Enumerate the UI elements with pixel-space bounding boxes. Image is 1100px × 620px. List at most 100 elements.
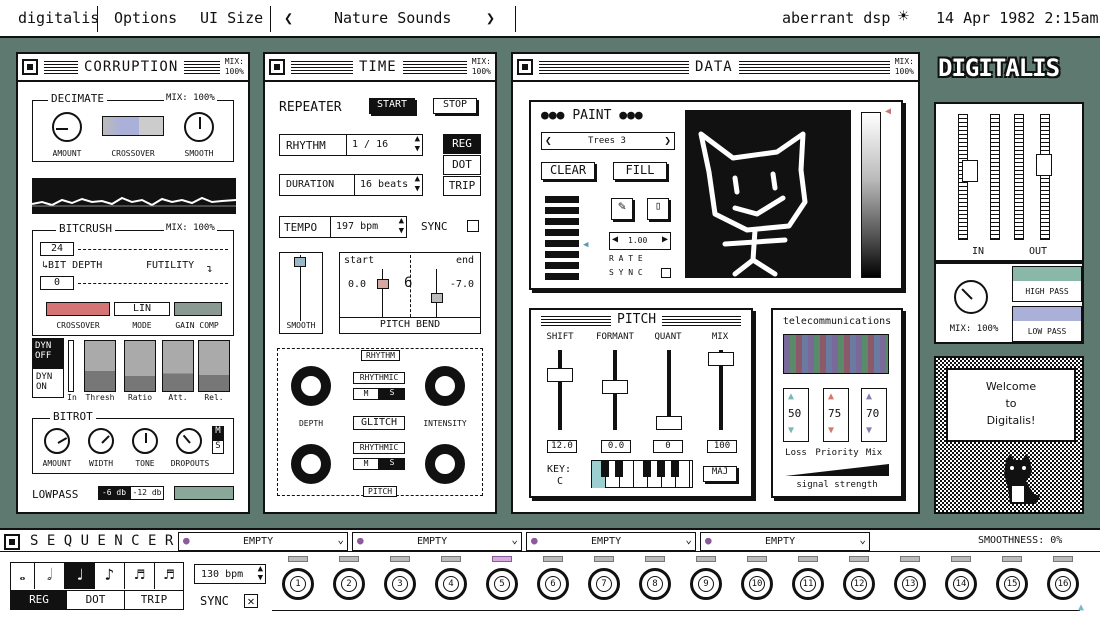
next-icon[interactable]: ❯ [664,134,671,147]
bend-end-handle[interactable] [431,293,443,303]
rhythmic-button[interactable]: RHYTHMIC [353,372,405,384]
step-knob[interactable]: 11 [792,568,824,600]
step-knob[interactable]: 15 [996,568,1028,600]
trip-button[interactable]: TRIP [443,176,481,196]
step-knob[interactable]: 16 [1047,568,1079,600]
bitrot-width-knob[interactable] [88,428,114,454]
down-arrow-icon[interactable]: ▼ [828,425,834,436]
stepper-down-icon[interactable]: ▼ [415,144,420,154]
power-icon[interactable] [517,59,533,75]
step-knob[interactable]: 14 [945,568,977,600]
bitrot-s-button[interactable]: S [212,440,224,454]
step-knob[interactable]: 4 [435,568,467,600]
stepper-down-icon[interactable]: ▼ [415,184,420,194]
rate-down-icon[interactable]: ◀ [612,234,618,245]
sun-icon[interactable]: ☀ [898,6,909,27]
lowpass-6db-button[interactable]: -6 db [98,486,130,500]
smooth-slider-box[interactable]: SMOOTH [279,252,323,334]
pencil-icon[interactable]: ✎ [611,198,633,220]
step-knob[interactable]: 9 [690,568,722,600]
intensity-knob[interactable] [425,366,465,406]
prev-preset-icon[interactable]: ❮ [284,9,293,27]
glitch-s-button[interactable]: S [379,388,405,400]
pitch-tab[interactable]: PITCH [363,486,398,497]
dyn-off-button[interactable]: DYN OFF [32,338,64,368]
master-mix-knob[interactable] [954,280,988,314]
step-knob[interactable]: 13 [894,568,926,600]
paint-sync-checkbox[interactable] [661,268,671,278]
stepper-up-icon[interactable]: ▲ [399,216,404,226]
bit-depth-bottom[interactable]: 0 [40,276,74,290]
piano-keyboard[interactable] [591,460,693,488]
mix-value[interactable]: 100 [707,440,737,453]
in-gain-handle[interactable] [962,160,978,182]
whole-note-icon[interactable]: 𝅝 [11,563,35,589]
loss-stepper[interactable]: ▲ 50 ▼ [783,388,809,442]
crossover-bar[interactable] [46,302,110,316]
glitch-m-button[interactable]: M [353,388,379,400]
stepper-up-icon[interactable]: ▲ [415,174,420,184]
next-preset-icon[interactable]: ❯ [486,9,495,27]
brightness-slider[interactable] [861,112,881,278]
down-arrow-icon[interactable]: ▼ [866,425,872,436]
seq-dot-button[interactable]: DOT [67,590,125,610]
seq-bpm-field[interactable]: 130 bpm ▲ ▼ [194,564,266,584]
bit-depth-top[interactable]: 24 [40,242,74,256]
att-fader[interactable] [162,340,194,392]
glitch-s-button-2[interactable]: S [379,458,405,470]
chevron-down-icon[interactable]: ⌄ [859,533,866,546]
slot-1-dropdown[interactable]: ● EMPTY ⌄ [178,532,348,551]
sequencer-power-icon[interactable] [4,534,20,550]
quarter-note-icon[interactable]: ♩ [65,563,95,589]
sixteenth-note-icon[interactable]: ♬ [125,563,155,589]
ui-size-menu[interactable]: UI Size [200,9,263,27]
eraser-icon[interactable]: ▯ [647,198,669,220]
sync-checkbox[interactable] [467,220,479,232]
stepper-down-icon[interactable]: ▼ [399,226,404,236]
rhythm-field[interactable]: RHYTHM 1 / 16 ▲ ▼ [279,134,423,156]
up-arrow-icon[interactable]: ▲ [788,391,794,402]
step-knob[interactable]: 3 [384,568,416,600]
dyn-on-button[interactable]: DYN ON [32,368,64,398]
mode-value[interactable]: LIN [114,302,170,316]
step-knob[interactable]: 5 [486,568,518,600]
bitrot-m-button[interactable]: M [212,426,224,440]
rate-up-icon[interactable]: ▶ [662,234,668,245]
fill-button[interactable]: FILL [613,162,667,180]
clear-button[interactable]: CLEAR [541,162,595,180]
crossover-slider[interactable] [102,116,164,136]
amount-knob[interactable] [52,112,82,142]
mix-fader[interactable] [708,352,734,366]
ratio-fader[interactable] [124,340,156,392]
up-arrow-icon[interactable]: ▲ [828,391,834,402]
quant-value[interactable]: 0 [653,440,683,453]
glitch-m-button-2[interactable]: M [353,458,379,470]
step-knob[interactable]: 7 [588,568,620,600]
smooth-knob[interactable] [184,112,214,142]
depth-knob-2[interactable] [291,444,331,484]
scale-button[interactable]: MAJ [703,466,737,482]
formant-fader[interactable] [602,380,628,394]
preset-name[interactable]: Nature Sounds [334,9,451,27]
shift-value[interactable]: 12.0 [547,440,577,453]
bitrot-dropouts-knob[interactable] [176,428,202,454]
rhythmic-button-2[interactable]: RHYTHMIC [353,442,405,454]
reg-button[interactable]: REG [443,134,481,154]
shift-fader[interactable] [547,368,573,382]
start-button[interactable]: START [369,98,415,114]
formant-value[interactable]: 0.0 [601,440,631,453]
thirtysecond-note-icon[interactable]: ♬ [155,563,183,589]
rel-fader[interactable] [198,340,230,392]
bitrot-tone-knob[interactable] [132,428,158,454]
gain-comp-bar[interactable] [174,302,222,316]
step-knob[interactable]: 6 [537,568,569,600]
pitch-bend-box[interactable]: start end 0.0 6 -7.0 PITCH BEND [339,252,481,334]
duration-field[interactable]: DURATION 16 beats ▲ ▼ [279,174,423,196]
brush-size-bars[interactable] [545,196,579,280]
options-menu[interactable]: Options [114,9,177,27]
depth-knob[interactable] [291,366,331,406]
bitrot-amount-knob[interactable] [44,428,70,454]
smooth-handle[interactable] [294,257,306,267]
stepper-up-icon[interactable]: ▲ [415,134,420,144]
eighth-note-icon[interactable]: ♪ [95,563,125,589]
